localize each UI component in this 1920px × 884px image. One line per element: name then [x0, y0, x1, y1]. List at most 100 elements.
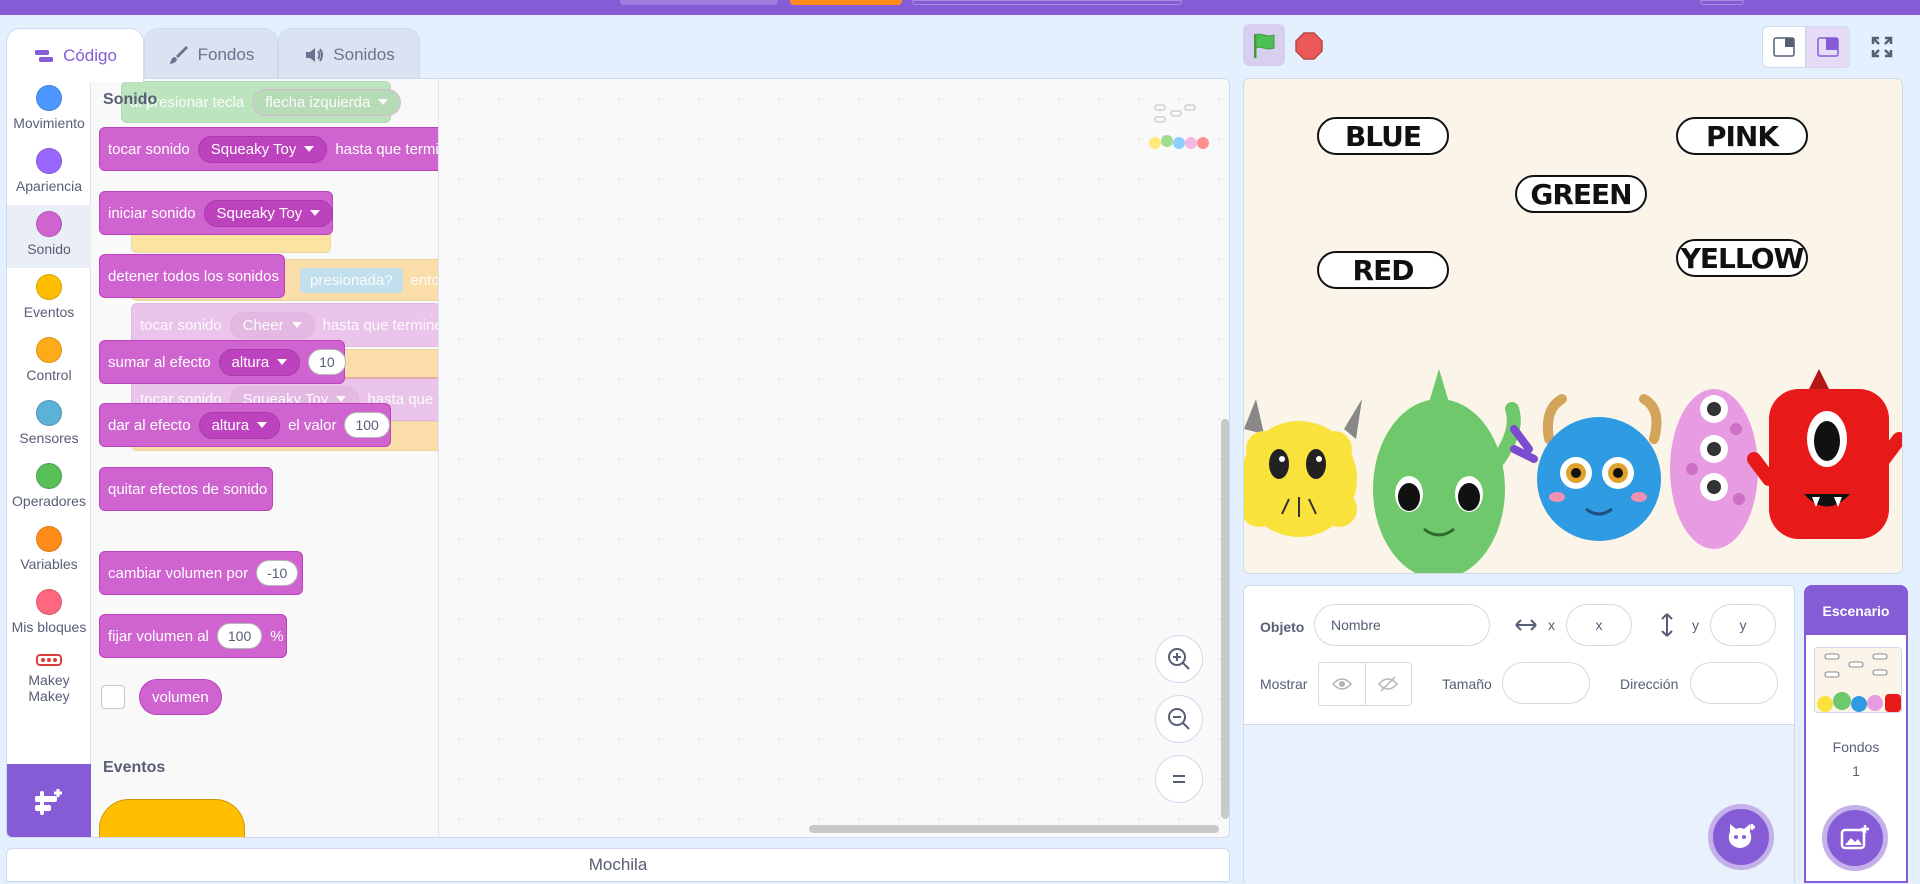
stop-button[interactable]	[1295, 32, 1323, 60]
category-dot-icon	[36, 337, 62, 363]
stop-all-sounds-block[interactable]: detener todos los sonidos	[99, 254, 285, 298]
word-sprite-green[interactable]: GREEN	[1515, 175, 1647, 213]
stage-canvas[interactable]: BLUE PINK GREEN RED YELLOW	[1243, 78, 1903, 574]
set-volume-block[interactable]: fijar volumen al 100 %	[99, 614, 287, 658]
block-text: fijar volumen al	[108, 627, 209, 645]
start-sound-block[interactable]: iniciar sonido Squeaky Toy	[99, 191, 334, 235]
word-sprite-red[interactable]: RED	[1317, 251, 1449, 289]
when-flag-clicked-block[interactable]	[99, 799, 245, 837]
volume-reporter-block[interactable]: volumen	[139, 679, 222, 715]
category-motion[interactable]: Movimiento	[7, 79, 91, 142]
block-text: hasta que termine	[322, 316, 439, 334]
small-stage-button[interactable]	[1762, 26, 1806, 68]
play-sound-until-done-block[interactable]: tocar sonido Squeaky Toy hasta que termi…	[99, 127, 439, 171]
direction-label: Dirección	[1620, 676, 1679, 692]
backpack-bar[interactable]: Mochila	[6, 848, 1230, 882]
effect-dropdown[interactable]: altura	[218, 348, 301, 376]
direction-input[interactable]	[1690, 662, 1778, 704]
sprite-name-input[interactable]: Nombre	[1314, 604, 1490, 646]
block-text: hasta que termine	[335, 140, 439, 158]
section-title-events: Eventos	[103, 759, 166, 776]
share-button[interactable]	[790, 0, 902, 5]
category-label: Makey	[28, 688, 70, 704]
category-my-blocks[interactable]: Mis bloques	[7, 583, 91, 646]
category-makey-makey[interactable]: Makey Makey	[7, 646, 91, 722]
block-text: entonces	[410, 271, 439, 289]
volume-value-input[interactable]: -10	[256, 560, 299, 586]
green-flag-button[interactable]	[1243, 24, 1285, 66]
effect-dropdown[interactable]: altura	[198, 411, 281, 439]
tab-code[interactable]: Código	[6, 28, 144, 82]
block-text: detener todos los sonidos	[108, 267, 279, 285]
set-effect-block[interactable]: dar al efecto altura el valor 100	[99, 403, 391, 447]
sound-dropdown[interactable]: Squeaky Toy	[197, 135, 328, 163]
clear-sound-effects-block[interactable]: quitar efectos de sonido	[99, 467, 273, 511]
vertical-scrollbar[interactable]	[1221, 419, 1229, 819]
horizontal-scrollbar[interactable]	[809, 825, 1219, 833]
category-label: Makey	[28, 672, 70, 688]
block-text: cambiar volumen por	[108, 564, 249, 582]
tab-costumes-label: Fondos	[197, 44, 255, 64]
word-sprite-yellow[interactable]: YELLOW	[1676, 239, 1808, 277]
hide-sprite-button[interactable]	[1366, 663, 1412, 705]
fullscreen-button[interactable]	[1860, 26, 1904, 68]
normal-stage-button[interactable]	[1806, 26, 1850, 68]
horizontal-arrows-icon	[1515, 619, 1537, 631]
volume-monitor-checkbox[interactable]	[101, 685, 125, 709]
category-control[interactable]: Control	[7, 331, 91, 394]
category-operators[interactable]: Operadores	[7, 457, 91, 520]
category-looks[interactable]: Apariencia	[7, 142, 91, 205]
zoom-in-button[interactable]	[1155, 635, 1203, 683]
menu-user[interactable]	[1700, 0, 1744, 5]
category-label: Apariencia	[15, 178, 83, 194]
menu-item[interactable]	[620, 0, 778, 5]
effect-value-input[interactable]: 10	[308, 349, 346, 375]
dropdown-value: flecha izquierda	[265, 93, 371, 111]
zoom-out-button[interactable]	[1155, 695, 1203, 743]
stage-target-panel[interactable]: Escenario Fondos 1	[1804, 585, 1908, 883]
sound-dropdown[interactable]: Squeaky Toy	[203, 199, 334, 227]
word-sprite-pink[interactable]: PINK	[1676, 117, 1808, 155]
category-label: Mis bloques	[11, 619, 87, 635]
normal-stage-icon	[1817, 37, 1839, 57]
category-label: Movimiento	[13, 115, 85, 131]
x-position-input[interactable]: x	[1566, 604, 1632, 646]
category-dot-icon	[36, 589, 62, 615]
backdrops-label: Fondos	[1832, 739, 1880, 755]
tab-costumes[interactable]: Fondos	[144, 28, 278, 80]
size-input[interactable]	[1502, 662, 1590, 704]
monsters-illustration-icon[interactable]	[1244, 369, 1903, 574]
dropdown-value: altura	[211, 416, 250, 434]
category-variables[interactable]: Variables	[7, 520, 91, 583]
word-sprite-blue[interactable]: BLUE	[1317, 117, 1449, 155]
project-title-input[interactable]	[912, 0, 1182, 5]
add-backdrop-button[interactable]	[1822, 805, 1888, 871]
speaker-icon	[306, 47, 324, 62]
tab-sounds[interactable]: Sonidos	[278, 28, 420, 80]
code-icon	[35, 49, 54, 62]
dropdown-value: altura	[231, 353, 270, 371]
category-events[interactable]: Eventos	[7, 268, 91, 331]
category-sensing[interactable]: Sensores	[7, 394, 91, 457]
effect-value-input[interactable]: 100	[344, 412, 390, 438]
change-effect-block[interactable]: sumar al efecto altura 10	[99, 340, 346, 384]
block-text: sumar al efecto	[108, 353, 211, 371]
show-sprite-button[interactable]	[1319, 663, 1366, 705]
change-volume-block[interactable]: cambiar volumen por -10	[99, 551, 303, 595]
scripts-workspace[interactable]	[439, 79, 1229, 837]
volume-value-input[interactable]: 100	[216, 623, 263, 649]
section-title-sound: Sonido	[103, 91, 158, 108]
add-sprite-button[interactable]	[1708, 804, 1774, 870]
y-position-input[interactable]: y	[1710, 604, 1776, 646]
brush-icon	[169, 45, 188, 64]
zoom-out-icon	[1168, 708, 1190, 730]
zoom-in-icon	[1168, 648, 1190, 670]
zoom-reset-button[interactable]	[1155, 755, 1203, 803]
block-text: el valor	[288, 416, 337, 434]
category-dot-icon	[36, 85, 62, 111]
add-extension-button[interactable]	[7, 764, 91, 837]
block-text: iniciar sonido	[108, 204, 196, 222]
category-dot-icon	[36, 400, 62, 426]
backdrop-thumbnail[interactable]	[1814, 647, 1902, 713]
category-sound[interactable]: Sonido	[7, 205, 91, 268]
